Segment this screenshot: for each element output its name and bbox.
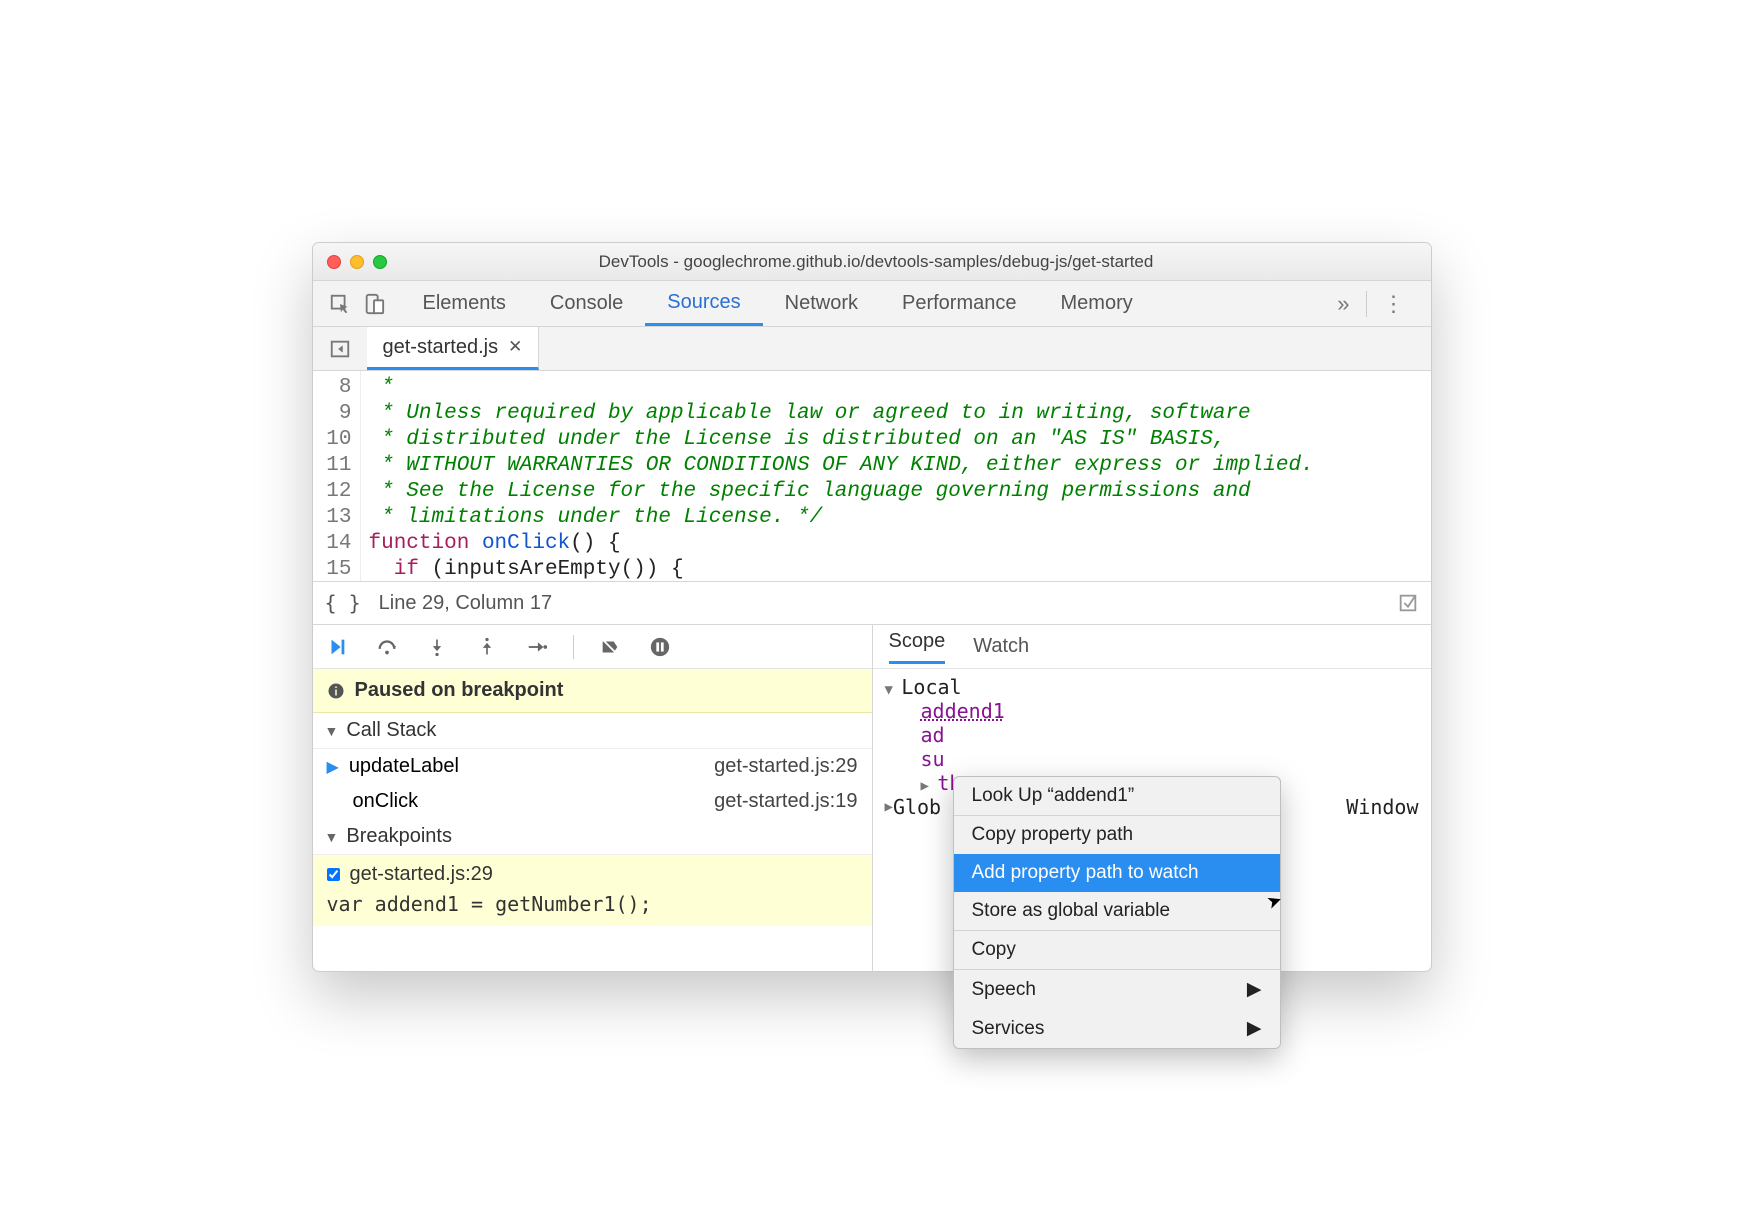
devtools-window: DevTools - googlechrome.github.io/devtoo…: [312, 242, 1432, 972]
step-out-button[interactable]: [473, 633, 501, 661]
cursor-position: Line 29, Column 17: [379, 592, 552, 615]
context-menu-item[interactable]: Speech▶: [954, 969, 1280, 1009]
active-frame-icon: ▶: [327, 757, 339, 777]
breakpoint-code: var addend1 = getNumber1();: [327, 892, 858, 916]
tab-performance[interactable]: Performance: [880, 281, 1039, 326]
debugger-left-pane: Paused on breakpoint ▼ Call Stack ▶ updat…: [313, 625, 873, 971]
editor-status-bar: { } Line 29, Column 17: [313, 581, 1431, 625]
scope-tabs: Scope Watch: [873, 625, 1431, 669]
step-into-button[interactable]: [423, 633, 451, 661]
pause-exceptions-button[interactable]: [646, 633, 674, 661]
settings-menu-icon[interactable]: ⋮: [1367, 291, 1421, 317]
source-editor[interactable]: 8910111213141516 * * Unless required by …: [313, 371, 1431, 581]
main-tabs: ElementsConsoleSourcesNetworkPerformance…: [401, 281, 1155, 326]
breakpoint-label: get-started.js:29: [350, 863, 493, 886]
scope-var[interactable]: su: [921, 747, 1419, 771]
paused-banner: Paused on breakpoint: [313, 669, 872, 713]
tab-network[interactable]: Network: [763, 281, 880, 326]
titlebar: DevTools - googlechrome.github.io/devtoo…: [313, 243, 1431, 281]
devtools-toolbar: ElementsConsoleSourcesNetworkPerformance…: [313, 281, 1431, 327]
context-menu-item[interactable]: Services▶: [954, 1009, 1280, 1048]
context-menu-item[interactable]: Add property path to watch: [954, 854, 1280, 892]
paused-text: Paused on breakpoint: [355, 679, 564, 702]
scope-tab-watch[interactable]: Watch: [973, 635, 1029, 658]
scope-global-value: Window: [1346, 795, 1418, 819]
context-menu-item[interactable]: Look Up “addend1”: [954, 777, 1280, 815]
scope-local[interactable]: ▼ Local: [885, 675, 1419, 699]
tab-console[interactable]: Console: [528, 281, 645, 326]
code-lines: * * Unless required by applicable law or…: [361, 371, 1314, 581]
tab-memory[interactable]: Memory: [1039, 281, 1155, 326]
step-button[interactable]: [523, 633, 551, 661]
minimize-window-button[interactable]: [350, 255, 364, 269]
breakpoints-header[interactable]: ▼ Breakpoints: [313, 819, 872, 855]
frame-function: updateLabel: [349, 755, 459, 778]
callstack-frame[interactable]: ▶ updateLabel get-started.js:29: [313, 749, 872, 784]
file-tab-name: get-started.js: [383, 336, 499, 359]
breakpoint-item[interactable]: get-started.js:29 var addend1 = getNumber…: [313, 855, 872, 926]
submenu-arrow-icon: ▶: [1247, 978, 1262, 1001]
window-title: DevTools - googlechrome.github.io/devtoo…: [396, 252, 1357, 272]
coverage-toggle-icon[interactable]: [1397, 592, 1419, 614]
inspect-element-icon[interactable]: [323, 293, 357, 315]
scope-var[interactable]: ad: [921, 723, 1419, 747]
callstack-header[interactable]: ▼ Call Stack: [313, 713, 872, 749]
close-window-button[interactable]: [327, 255, 341, 269]
frame-function: onClick: [353, 790, 419, 813]
file-tab[interactable]: get-started.js ✕: [367, 327, 540, 370]
deactivate-breakpoints-button[interactable]: [596, 633, 624, 661]
close-tab-icon[interactable]: ✕: [508, 337, 522, 357]
more-tabs-icon[interactable]: »: [1321, 291, 1365, 317]
breakpoint-checkbox[interactable]: [327, 868, 340, 881]
pretty-print-icon[interactable]: { }: [325, 591, 361, 615]
chevron-down-icon: ▼: [325, 829, 339, 845]
tab-elements[interactable]: Elements: [401, 281, 528, 326]
info-icon: [327, 682, 345, 700]
device-toolbar-icon[interactable]: [357, 293, 391, 315]
navigator-toggle-icon[interactable]: [323, 335, 357, 363]
chevron-down-icon: ▼: [325, 723, 339, 739]
context-menu: Look Up “addend1”Copy property pathAdd p…: [953, 776, 1281, 1049]
context-menu-item[interactable]: Copy property path: [954, 815, 1280, 854]
submenu-arrow-icon: ▶: [1247, 1017, 1262, 1040]
context-menu-item[interactable]: Copy: [954, 930, 1280, 969]
callstack-frame[interactable]: onClick get-started.js:19: [313, 784, 872, 819]
frame-source: get-started.js:29: [714, 755, 857, 778]
step-over-button[interactable]: [373, 633, 401, 661]
debugger-toolbar: [313, 625, 872, 669]
zoom-window-button[interactable]: [373, 255, 387, 269]
resume-button[interactable]: [323, 633, 351, 661]
file-tab-bar: get-started.js ✕: [313, 327, 1431, 371]
line-gutter: 8910111213141516: [313, 371, 361, 581]
frame-source: get-started.js:19: [714, 790, 857, 813]
context-menu-item[interactable]: Store as global variable: [954, 892, 1280, 930]
tab-sources[interactable]: Sources: [645, 281, 762, 326]
scope-tab-scope[interactable]: Scope: [889, 630, 946, 664]
scope-var[interactable]: addend1: [921, 699, 1419, 723]
